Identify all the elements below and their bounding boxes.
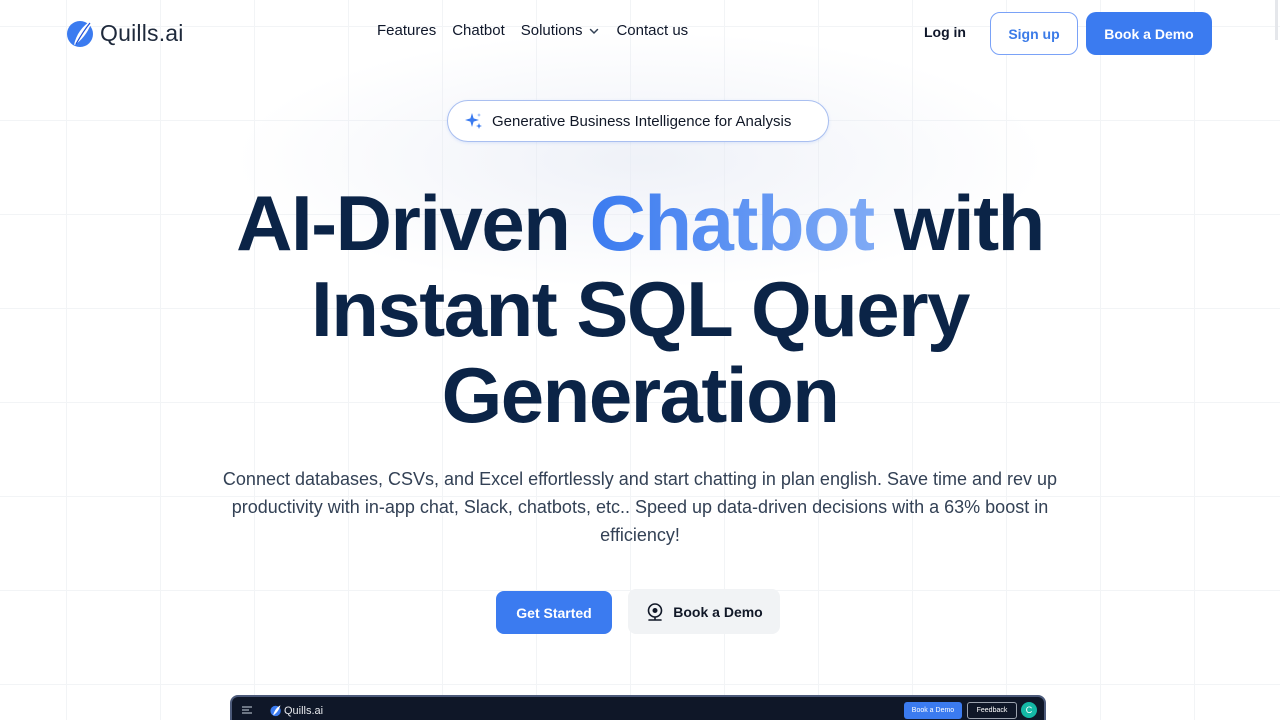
hero-badge: Generative Business Intelligence for Ana… [447, 100, 829, 142]
preview-feedback-button: Feedback [967, 702, 1017, 719]
chevron-down-icon [590, 28, 599, 34]
landing-page: Quills.ai Features Chatbot Solutions Con… [0, 0, 1280, 720]
quill-logo-icon [67, 20, 93, 47]
sparkle-icon [465, 113, 482, 129]
logo[interactable]: Quills.ai [66, 17, 184, 49]
nav-link-features[interactable]: Features [377, 22, 436, 39]
preview-app-name: Quills.ai [284, 704, 324, 717]
book-demo-button[interactable]: Book a Demo [1086, 12, 1212, 55]
get-started-button[interactable]: Get Started [496, 591, 612, 634]
preview-avatar: C [1021, 702, 1037, 718]
headline-accent: Chatbot [589, 179, 876, 267]
nav-link-solutions[interactable]: Solutions [521, 22, 601, 39]
hero-subtitle: Connect databases, CSVs, and Excel effor… [222, 469, 1058, 545]
primary-nav: Features Chatbot Solutions Contact us [377, 22, 688, 39]
nav-link-label: Chatbot [452, 22, 505, 39]
headline-part1: AI-Driven [236, 179, 590, 267]
login-link[interactable]: Log in [924, 24, 966, 40]
nav-link-label: Contact us [616, 22, 689, 39]
scrollbar[interactable] [1275, 0, 1278, 40]
preview-book-demo-button: Book a Demo [904, 702, 962, 719]
signup-button[interactable]: Sign up [990, 12, 1078, 55]
nav-link-contact[interactable]: Contact us [616, 22, 688, 39]
nav-link-label: Solutions [520, 22, 583, 39]
book-demo-secondary-label: Book a Demo [673, 603, 763, 620]
hero-badge-text: Generative Business Intelligence for Ana… [492, 112, 792, 130]
app-preview: Quills.ai Book a Demo Feedback C [230, 695, 1046, 720]
quill-logo-icon [270, 705, 281, 717]
book-demo-secondary-button[interactable]: Book a Demo [628, 589, 780, 634]
hero-headline: AI-Driven Chatbot with Instant SQL Query… [140, 180, 1140, 438]
top-navbar: Quills.ai Features Chatbot Solutions Con… [0, 0, 1280, 66]
preview-logo: Quills.ai [270, 704, 323, 717]
nav-link-chatbot[interactable]: Chatbot [452, 22, 505, 39]
logo-text: Quills.ai [100, 19, 184, 46]
webcam-icon [647, 602, 663, 621]
nav-link-label: Features [377, 22, 437, 39]
menu-icon [242, 706, 252, 714]
